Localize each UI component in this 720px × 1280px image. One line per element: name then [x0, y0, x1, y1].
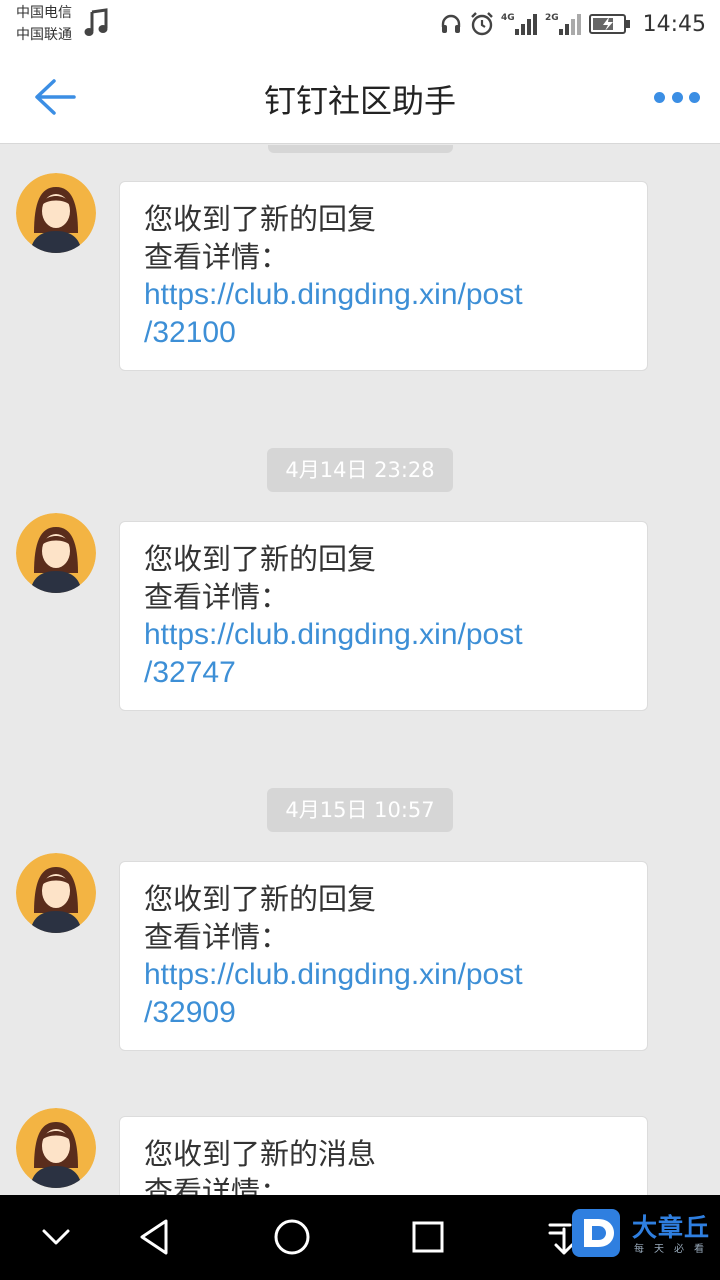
avatar[interactable]: [16, 513, 96, 593]
message-bubble[interactable]: 您收到了新的消息 查看详情：: [119, 1116, 648, 1195]
watermark-d-icon: [572, 1209, 620, 1257]
message-link[interactable]: https://club.dingding.xin/post: [144, 276, 623, 314]
avatar[interactable]: [16, 173, 96, 253]
status-bar: 中国电信 中国联通 4G 2G 14:45: [0, 0, 720, 50]
nav-back-icon[interactable]: [132, 1215, 180, 1259]
message-link[interactable]: /32909: [144, 994, 623, 1032]
nav-home-icon[interactable]: [268, 1215, 316, 1259]
message-link[interactable]: https://club.dingding.xin/post: [144, 616, 623, 654]
message-link[interactable]: https://club.dingding.xin/post: [144, 956, 623, 994]
message-text: 查看详情：: [144, 240, 290, 274]
avatar-icon: [16, 173, 96, 253]
headset-icon: [441, 14, 460, 33]
timestamp-badge: 4月14日 23:28: [267, 448, 453, 492]
message-text: 查看详情：: [144, 1175, 290, 1195]
message-text: 您收到了新的回复: [144, 882, 377, 916]
avatar[interactable]: [16, 1108, 96, 1188]
battery-charging-icon: [588, 14, 630, 34]
status-time: 14:45: [642, 11, 706, 37]
watermark-logo: 大章丘 每天必看: [570, 1205, 715, 1265]
message-bubble[interactable]: 您收到了新的回复 查看详情： https://club.dingding.xin…: [119, 181, 648, 371]
avatar-icon: [16, 1108, 96, 1188]
message-text: 您收到了新的回复: [144, 542, 377, 576]
watermark-title: 大章丘: [632, 1213, 711, 1242]
message-bubble[interactable]: 您收到了新的回复 查看详情： https://club.dingding.xin…: [119, 861, 648, 1051]
message-text: 查看详情：: [144, 580, 290, 614]
chevron-down-icon[interactable]: [32, 1215, 80, 1259]
avatar[interactable]: [16, 853, 96, 933]
message-link[interactable]: /32100: [144, 314, 623, 352]
nav-recent-icon[interactable]: [404, 1215, 452, 1259]
status-icons: 4G 2G 14:45: [439, 10, 706, 38]
page-title: 钉钉社区助手: [263, 82, 456, 120]
carrier-label-1: 中国电信: [16, 5, 72, 21]
network-label-1: 4G: [501, 13, 515, 23]
watermark-subtitle: 每天必看: [634, 1244, 714, 1255]
chat-message-list[interactable]: 您收到了新的回复 查看详情： https://club.dingding.xin…: [0, 145, 720, 1195]
signal-4g-icon: 4G: [501, 13, 537, 35]
timestamp-badge: 4月15日 10:57: [267, 788, 453, 832]
message-text: 您收到了新的回复: [144, 202, 377, 236]
chat-header: 钉钉社区助手: [0, 50, 720, 144]
timestamp-partial: [268, 145, 453, 153]
alarm-icon: [470, 12, 493, 36]
music-icon: [84, 8, 108, 36]
network-label-2: 2G: [545, 13, 559, 23]
avatar-icon: [16, 513, 96, 593]
message-bubble[interactable]: 您收到了新的回复 查看详情： https://club.dingding.xin…: [119, 521, 648, 711]
avatar-icon: [16, 853, 96, 933]
message-text: 您收到了新的消息: [144, 1137, 377, 1171]
signal-2g-icon: 2G: [545, 13, 581, 35]
message-text: 查看详情：: [144, 920, 290, 954]
more-dots-icon[interactable]: [654, 84, 700, 110]
message-link[interactable]: /32747: [144, 654, 623, 692]
carrier-label-2: 中国联通: [16, 27, 72, 43]
